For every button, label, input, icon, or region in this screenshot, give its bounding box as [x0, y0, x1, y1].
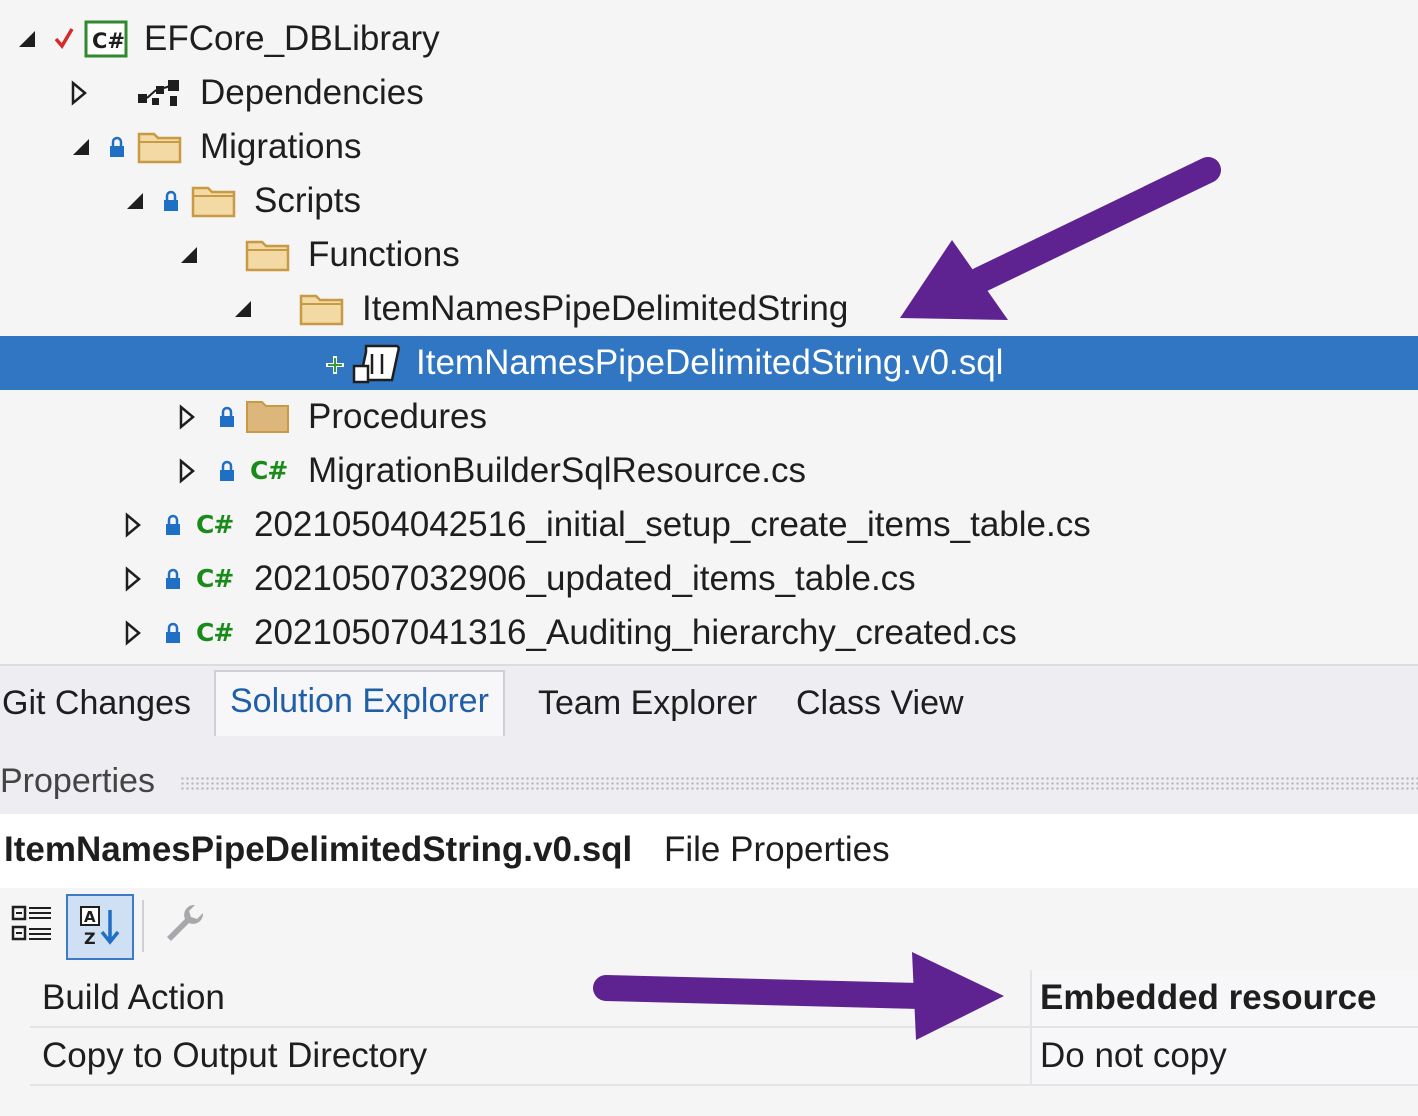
property-pages-wrench-icon[interactable] [154, 894, 214, 954]
tree-item-label: Functions [308, 235, 460, 274]
tool-window-tabs: Git Changes Solution Explorer Team Explo… [0, 664, 1418, 752]
dependencies-icon [136, 78, 182, 115]
tree-item-label: Scripts [254, 181, 361, 220]
collapse-triangle-icon[interactable] [178, 242, 200, 268]
tree-item-label: MigrationBuilderSqlResource.cs [308, 451, 806, 490]
tree-item-procedures[interactable]: Procedures [0, 390, 1418, 444]
tab-team-explorer[interactable]: Team Explorer [538, 676, 757, 730]
expand-triangle-icon[interactable] [176, 404, 198, 430]
tree-item-label: 20210504042516_initial_setup_create_item… [254, 505, 1091, 544]
property-row-partial[interactable] [30, 1086, 1418, 1116]
selected-object-type: File Properties [664, 830, 890, 869]
collapse-triangle-icon[interactable] [124, 188, 146, 214]
folder-icon [244, 398, 292, 441]
lock-icon [164, 512, 182, 538]
collapse-triangle-icon[interactable] [16, 26, 38, 52]
tree-item-sql-file[interactable]: ItemNamesPipeDelimitedString.v0.sql [0, 336, 1418, 390]
tree-item-label: Migrations [200, 127, 362, 166]
alphabetical-sort-icon[interactable]: A Z [66, 894, 134, 960]
lock-icon [218, 458, 236, 484]
property-name: Copy to Output Directory [42, 1036, 428, 1075]
csharp-file-icon: C# [196, 564, 234, 593]
tree-item-migration-file[interactable]: C# 20210507032906_updated_items_table.cs [0, 552, 1418, 606]
property-value-field[interactable]: Do not copy [1030, 1028, 1418, 1084]
sql-script-icon [352, 342, 402, 391]
properties-object-header: ItemNamesPipeDelimitedString.v0.sql File… [0, 814, 1418, 888]
property-value-field[interactable]: Embedded resource [1030, 970, 1418, 1026]
collapse-triangle-icon[interactable] [232, 296, 254, 322]
folder-icon [190, 182, 238, 225]
annotation-arrow-icon [900, 157, 1221, 320]
tree-item-migration-file[interactable]: C# 20210504042516_initial_setup_create_i… [0, 498, 1418, 552]
tree-item-project[interactable]: C# EFCore_DBLibrary [0, 12, 1418, 66]
add-icon [324, 354, 346, 381]
expand-triangle-icon[interactable] [176, 458, 198, 484]
tab-solution-explorer[interactable]: Solution Explorer [214, 670, 505, 736]
tree-item-builder-file[interactable]: C# MigrationBuilderSqlResource.cs [0, 444, 1418, 498]
solution-explorer-tree: C# EFCore_DBLibrary Dependencies Migrati… [0, 0, 1418, 664]
collapse-triangle-icon[interactable] [70, 134, 92, 160]
property-value: Do not copy [1040, 1036, 1227, 1075]
checkmark-icon [54, 26, 74, 55]
csharp-file-icon: C# [250, 456, 288, 485]
property-name: Build Action [42, 978, 225, 1017]
drag-grip[interactable] [180, 776, 1418, 790]
tree-item-label: 20210507032906_updated_items_table.cs [254, 559, 916, 598]
expand-triangle-icon[interactable] [122, 566, 144, 592]
annotation-arrow-icon [593, 952, 1004, 1040]
properties-title: Properties [0, 762, 155, 800]
lock-icon [218, 404, 236, 430]
svg-text:C#: C# [92, 29, 125, 53]
lock-icon [164, 566, 182, 592]
tree-item-label: EFCore_DBLibrary [144, 19, 440, 58]
property-value: Embedded resource [1040, 978, 1377, 1017]
expand-triangle-icon[interactable] [122, 620, 144, 646]
svg-text:Z: Z [84, 929, 96, 948]
tree-item-dependencies[interactable]: Dependencies [0, 66, 1418, 120]
properties-title-bar[interactable]: Properties [0, 750, 1418, 814]
tree-item-label: ItemNamesPipeDelimitedString.v0.sql [416, 343, 1004, 382]
tree-item-label: 20210507041316_Auditing_hierarchy_create… [254, 613, 1017, 652]
expand-triangle-icon[interactable] [68, 80, 90, 106]
categorized-view-icon[interactable] [2, 894, 62, 954]
toolbar-separator [142, 900, 144, 952]
tree-item-migration-file[interactable]: C# 20210507041316_Auditing_hierarchy_cre… [0, 606, 1418, 660]
folder-icon [244, 236, 292, 279]
selected-file-name: ItemNamesPipeDelimitedString.v0.sql [4, 830, 633, 869]
tree-item-label: Dependencies [200, 73, 424, 112]
csharp-file-icon: C# [196, 510, 234, 539]
tree-item-label: ItemNamesPipeDelimitedString [362, 289, 849, 328]
tab-class-view[interactable]: Class View [796, 676, 964, 730]
csharp-project-icon: C# [84, 20, 128, 63]
lock-icon [162, 188, 180, 214]
folder-icon [298, 290, 346, 333]
lock-icon [164, 620, 182, 646]
lock-icon [108, 134, 126, 160]
csharp-file-icon: C# [196, 618, 234, 647]
expand-triangle-icon[interactable] [122, 512, 144, 538]
folder-icon [136, 128, 184, 171]
tab-git-changes[interactable]: Git Changes [2, 676, 191, 730]
svg-text:A: A [84, 908, 96, 926]
tree-item-label: Procedures [308, 397, 487, 436]
